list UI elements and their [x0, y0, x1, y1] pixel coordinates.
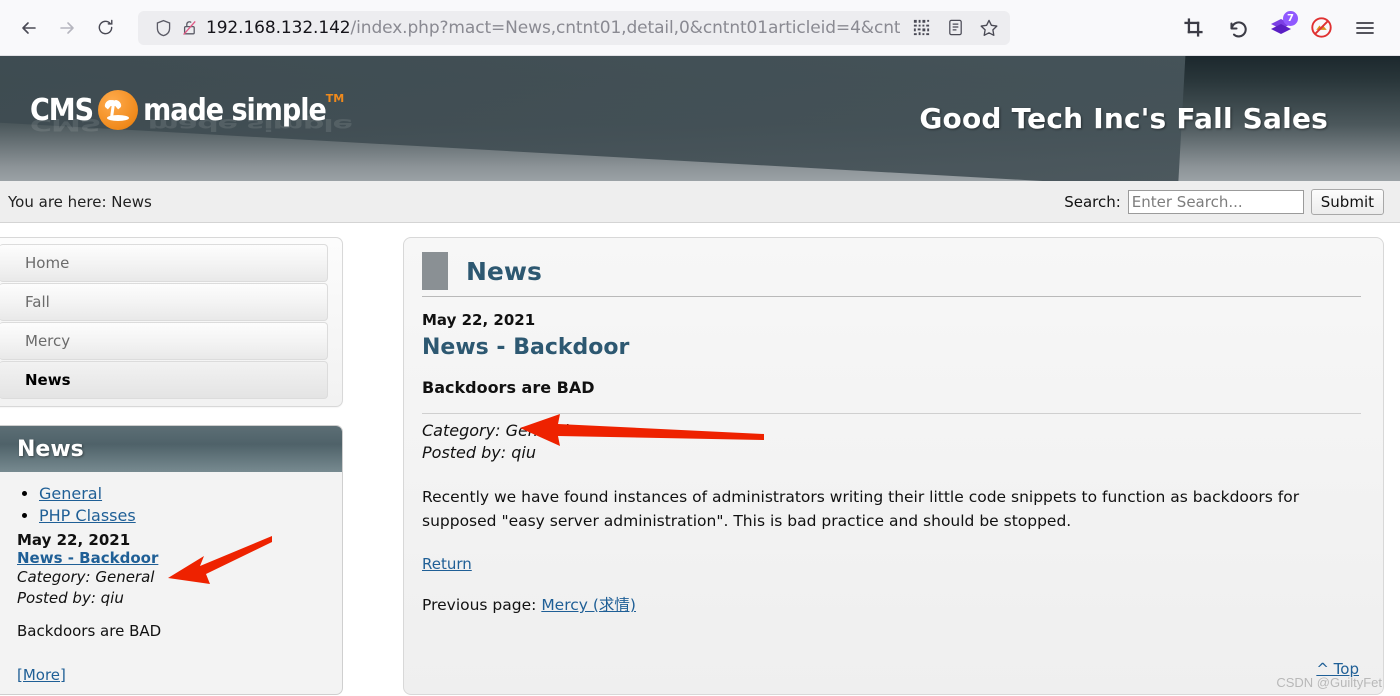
breadcrumb: You are here: News [8, 192, 152, 211]
logo-trademark: TM [325, 92, 345, 105]
page-body: Home Fall Mercy News News General PHP Cl… [0, 223, 1400, 696]
news-category-list: General PHP Classes [17, 484, 326, 525]
article-title: News - Backdoor [422, 335, 630, 360]
sidebar-article-author: Posted by: qiu [17, 588, 124, 607]
extension-stack-button[interactable]: 7 [1264, 10, 1298, 45]
return-link[interactable]: Return [422, 555, 472, 573]
news-block-title: News [0, 426, 342, 472]
sidebar-item-home[interactable]: Home [0, 244, 328, 282]
site-title: Good Tech Inc's Fall Sales [919, 102, 1328, 135]
url-text: 192.168.132.142/index.php?mact=News,cntn… [206, 18, 900, 38]
previous-page-link[interactable]: Mercy (求情) [541, 596, 636, 614]
content-header: News [422, 252, 1361, 297]
article-divider [422, 413, 1361, 414]
main-content-panel: News May 22, 2021 News - Backdoor Backdo… [403, 237, 1384, 696]
list-item[interactable]: General [39, 484, 326, 503]
previous-page-row: Previous page: Mercy (求情) [422, 593, 1361, 615]
article-category: Category: General [422, 421, 569, 440]
url-host: 192.168.132.142 [206, 17, 351, 38]
back-arrow-icon [19, 18, 39, 38]
sidebar-article-summary: Backdoors are BAD [17, 622, 162, 641]
star-bookmark-icon [979, 18, 999, 38]
news-block-body: General PHP Classes May 22, 2021 News - … [0, 472, 342, 694]
search-submit-button[interactable]: Submit [1310, 188, 1384, 215]
browser-actions: 7 [1176, 10, 1388, 45]
qr-code-icon [912, 18, 931, 37]
category-link-general[interactable]: General [39, 484, 102, 503]
article-body: Recently we have found instances of admi… [422, 488, 1300, 530]
reload-button[interactable] [88, 11, 122, 45]
previous-page-label: Previous page: [422, 596, 537, 615]
qr-code-button[interactable] [906, 13, 936, 43]
sidebar-article-category: Category: General [17, 568, 155, 586]
breadcrumb-search-strip: You are here: News Search: Submit [0, 181, 1400, 223]
reader-mode-icon [946, 18, 965, 37]
app-menu-button[interactable] [1348, 11, 1382, 45]
forward-arrow-icon [57, 18, 77, 38]
bookmark-button[interactable] [974, 13, 1004, 43]
more-link[interactable]: [More] [17, 666, 66, 684]
page-title: News [466, 256, 542, 286]
logo-reflection: CMS made simple [30, 114, 352, 134]
news-sidebar-block: News General PHP Classes May 22, 2021 Ne… [0, 425, 343, 696]
search-label: Search: [1064, 192, 1121, 211]
sidebar-item-fall[interactable]: Fall [0, 283, 328, 321]
reader-mode-button[interactable] [940, 13, 970, 43]
return-link-row: Return [422, 555, 1361, 573]
sidebar-more-link[interactable]: [More] [17, 666, 326, 684]
reload-icon [96, 18, 115, 37]
shield-icon[interactable] [150, 19, 176, 37]
browser-toolbar: 192.168.132.142/index.php?mact=News,cntn… [0, 0, 1400, 56]
undo-button[interactable] [1220, 11, 1254, 45]
list-item[interactable]: PHP Classes [39, 506, 326, 525]
extension-badge-count: 7 [1283, 10, 1298, 26]
sidebar-item-news[interactable]: News [0, 361, 328, 399]
article-subtitle: Backdoors are BAD [422, 378, 595, 397]
category-link-php-classes[interactable]: PHP Classes [39, 506, 136, 525]
url-path: /index.php?mact=News,cntnt01,detail,0&cn… [350, 17, 900, 38]
article-author: Posted by: qiu [422, 443, 536, 463]
site-header: CMS made simple TM CMS made simple Good … [0, 56, 1400, 181]
main-navigation-menu: Home Fall Mercy News [0, 237, 343, 407]
search-area: Search: Submit [1064, 188, 1384, 215]
sidebar: Home Fall Mercy News News General PHP Cl… [0, 237, 343, 696]
block-ads-icon [1310, 16, 1333, 39]
crop-screenshot-icon [1183, 17, 1204, 38]
section-marker-block [422, 252, 448, 290]
sidebar-article-title[interactable]: News - Backdoor [17, 549, 326, 567]
forward-button[interactable] [50, 11, 84, 45]
undo-arrow-icon [1226, 17, 1248, 39]
csdn-watermark: CSDN @GuiltyFet [1276, 675, 1382, 690]
sidebar-article-link[interactable]: News - Backdoor [17, 549, 158, 567]
article-date: May 22, 2021 [422, 311, 536, 329]
crop-screenshot-button[interactable] [1176, 11, 1210, 45]
broken-lock-icon[interactable] [176, 19, 202, 37]
sidebar-article-date: May 22, 2021 [17, 531, 131, 549]
hamburger-menu-icon [1354, 17, 1376, 39]
address-bar[interactable]: 192.168.132.142/index.php?mact=News,cntn… [138, 10, 1010, 45]
sidebar-item-mercy[interactable]: Mercy [0, 322, 328, 360]
back-button[interactable] [12, 11, 46, 45]
block-ads-button[interactable] [1304, 11, 1338, 45]
search-input[interactable] [1127, 189, 1304, 214]
